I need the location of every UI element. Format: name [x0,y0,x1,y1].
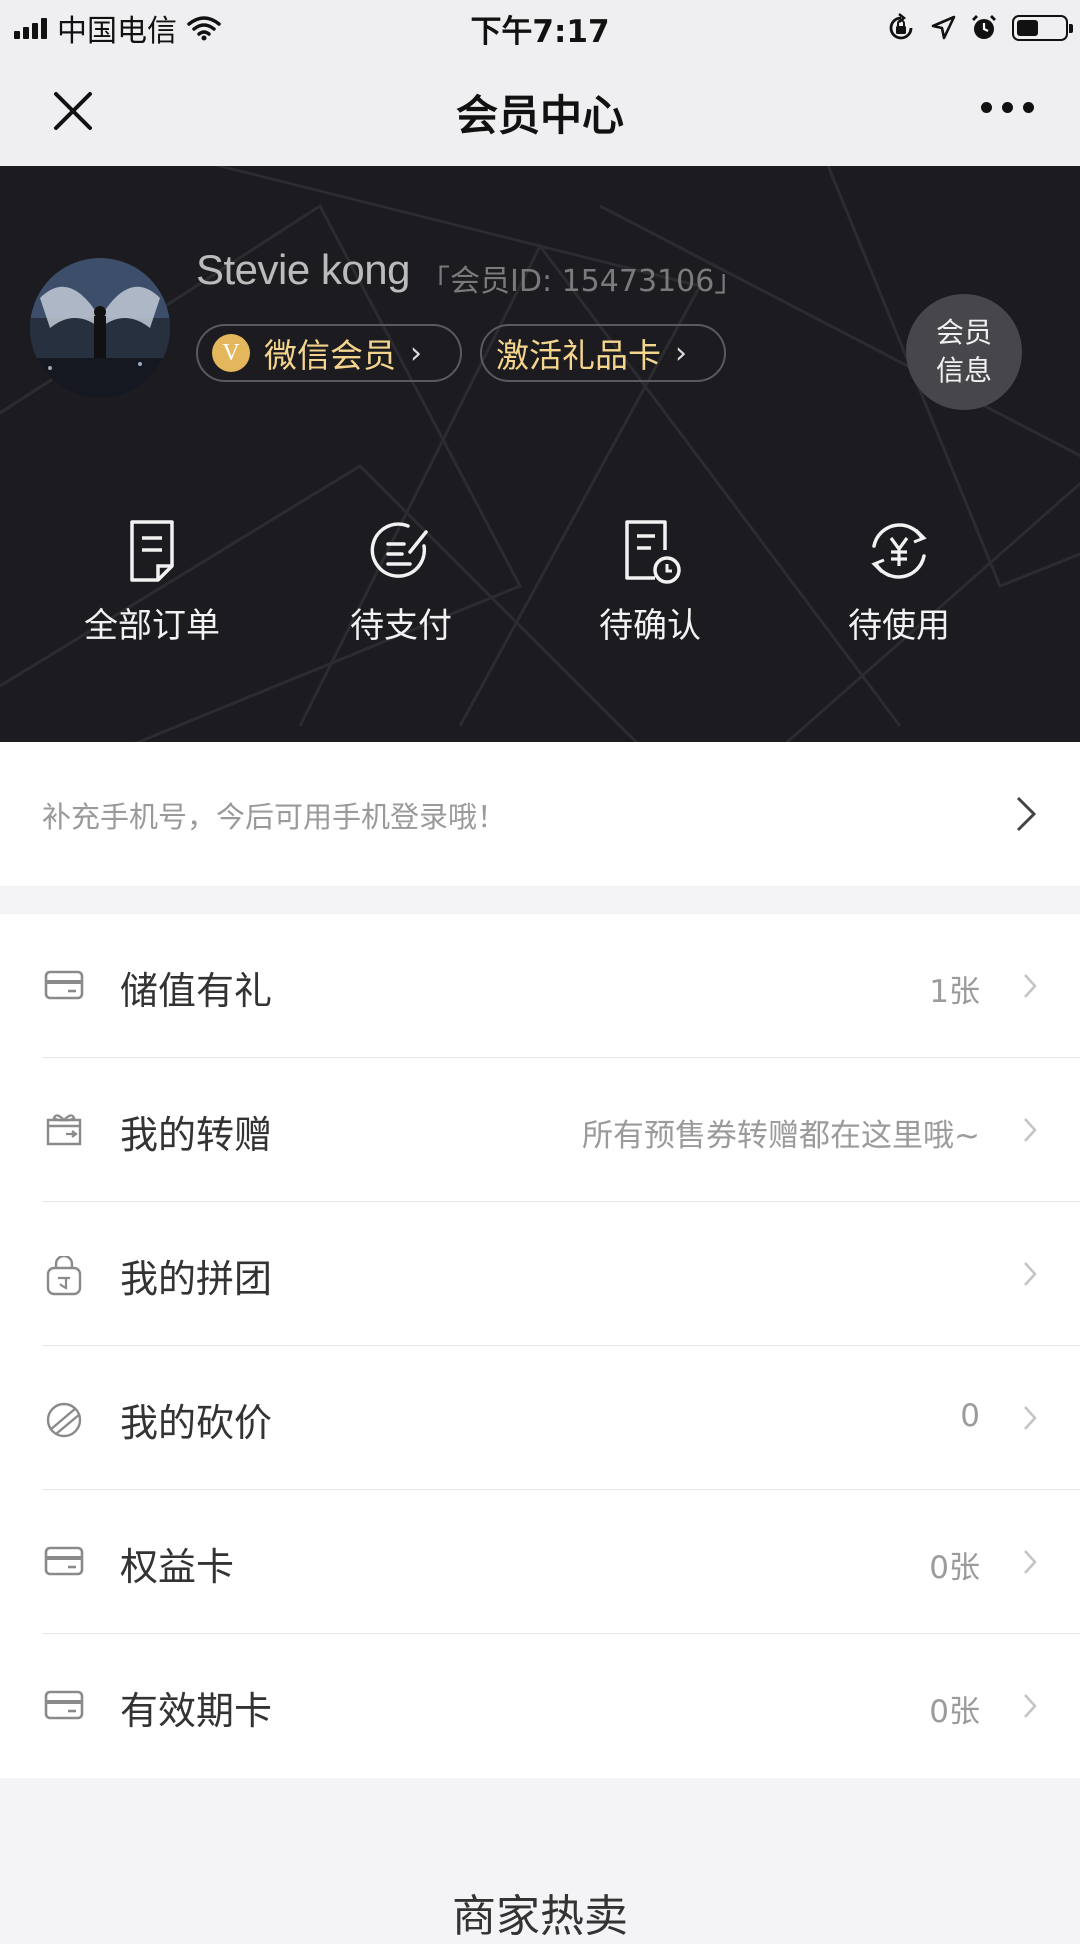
list-item-label: 我的拼团 [120,1257,273,1301]
order-list-icon [130,520,174,582]
list-item-label: 权益卡 [120,1545,235,1589]
wechat-member-button[interactable]: V 微信会员 › [196,324,462,382]
chevron-right-icon [1024,1406,1037,1430]
list-item-label: 有效期卡 [120,1689,273,1733]
order-label: 全部订单 [84,606,220,646]
status-bar: 中国电信 下午7:17 [0,0,1080,54]
pay-pending-icon [370,522,428,578]
order-label: 待确认 [599,606,701,646]
list-item-label: 我的转赠 [120,1113,273,1157]
member-header: Stevie kong 「会员ID: 15473106」 V 微信会员 › 激活… [0,166,1080,742]
location-icon [931,15,956,40]
list-item-validity-card[interactable]: 有效期卡 0张 [0,1634,1080,1778]
card-icon [44,1546,84,1576]
section-title-hot-sale: 商家热卖 [452,1891,628,1942]
battery-fill [1017,20,1038,36]
list-item-benefit-card[interactable]: 权益卡 0张 [0,1490,1080,1634]
card-icon [44,970,84,1000]
menu-list: 储值有礼 1张 我的转赠 所有预售券转赠都在这里哦~ 我的拼团 我的砍价 0 权… [0,914,1080,1778]
activate-giftcard-label: 激活礼品卡 [496,336,661,375]
list-item-label: 我的砍价 [120,1401,273,1445]
member-info-line1: 会员 [935,316,992,349]
card-icon [44,1690,84,1720]
order-pending-confirm[interactable]: 待确认 [525,516,775,647]
bargain-icon [46,1402,82,1438]
chevron-right-icon [1024,1694,1037,1718]
avatar[interactable] [30,258,170,398]
chevron-right-icon [1024,1262,1037,1286]
list-item-bargain[interactable]: 我的砍价 0 [0,1346,1080,1490]
more-icon[interactable] [981,102,1034,113]
confirm-pending-icon [625,520,681,584]
vip-badge-icon: V [212,334,250,372]
bind-phone-text: 补充手机号，今后可用手机登录哦！ [42,800,507,834]
member-id: 「会员ID: 15473106」 [420,264,745,299]
list-item-stored-value[interactable]: 储值有礼 1张 [0,914,1080,1058]
activate-giftcard-button[interactable]: 激活礼品卡 › [480,324,726,382]
wechat-member-label: 微信会员 [264,336,396,375]
page-title: 会员中心 [455,91,624,140]
order-shortcuts: 全部订单 待支付 待确认 待使用 [0,516,1080,656]
yen-refresh-icon [871,523,927,579]
alarm-icon [972,15,996,39]
battery-icon [1012,15,1073,41]
member-info-button[interactable]: 会员 信息 [906,294,1022,410]
rotation-lock-icon [889,13,913,40]
list-item-value: 所有预售券转赠都在这里哦~ [582,1118,980,1154]
chevron-right-icon: › [675,335,687,371]
chevron-right-icon [1016,796,1037,832]
chevron-right-icon [1024,974,1037,998]
chevron-right-icon [1024,1550,1037,1574]
order-label: 待使用 [848,606,950,646]
order-pending-use[interactable]: 待使用 [774,516,1024,647]
list-item-group-buy[interactable]: 我的拼团 [0,1202,1080,1346]
order-label: 待支付 [350,606,452,646]
order-all[interactable]: 全部订单 [27,516,277,647]
member-info-line2: 信息 [935,354,992,387]
status-right [886,8,1073,48]
list-item-label: 储值有礼 [120,969,273,1013]
list-item-value: 1张 [929,974,980,1010]
chevron-right-icon: › [410,335,422,371]
nav-bar: 会员中心 [0,54,1080,166]
user-name: Stevie kong [196,246,410,293]
gift-icon [46,1114,82,1146]
order-pending-pay[interactable]: 待支付 [276,516,526,647]
list-item-value: 0 [960,1398,980,1434]
group-bag-icon [46,1256,82,1296]
list-item-value: 0张 [929,1550,980,1586]
bind-phone-row[interactable]: 补充手机号，今后可用手机登录哦！ [0,742,1080,886]
chevron-right-icon [1024,1118,1037,1142]
list-item-value: 0张 [929,1694,980,1730]
list-item-my-gifts[interactable]: 我的转赠 所有预售券转赠都在这里哦~ [0,1058,1080,1202]
